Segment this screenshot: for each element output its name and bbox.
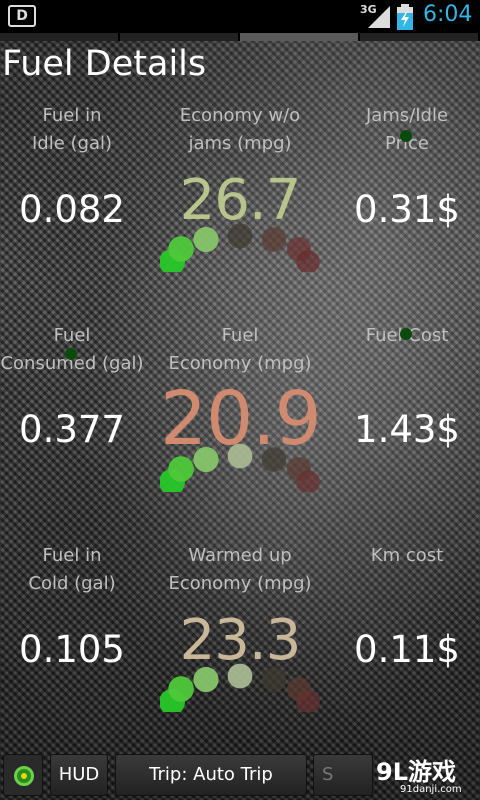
metrics-row: Fuel in Idle (gal) 0.082 Economy w/o jam…	[0, 100, 480, 320]
gauge-dot	[261, 667, 287, 692]
page-indicator-1	[0, 33, 120, 41]
metric-fuel-cost[interactable]: Fuel Cost 1.43$	[327, 320, 480, 540]
metric-label: Warmed up Economy (mpg)	[168, 545, 312, 594]
watermark-text: 9L游戏	[376, 758, 456, 786]
connection-status-icon	[14, 766, 34, 786]
metrics-row: Fuel in Cold (gal) 0.105 Warmed up Econo…	[0, 540, 480, 760]
metric-warmed-economy[interactable]: Warmed up Economy (mpg) 23.3	[160, 540, 320, 760]
metric-fuel-economy[interactable]: Fuel Economy (mpg) 20.9	[160, 320, 322, 540]
battery-charging-icon	[397, 4, 413, 30]
metric-jams-idle-price[interactable]: Jams/Idle Price 0.31$	[327, 100, 480, 320]
gauge-dot	[227, 223, 253, 249]
page-indicator-3	[240, 33, 360, 41]
connection-status-button[interactable]	[3, 754, 43, 796]
metric-value: 1.43$	[354, 408, 460, 451]
metric-fuel-idle[interactable]: Fuel in Idle (gal) 0.082	[0, 100, 152, 320]
indicator-dot	[65, 348, 77, 360]
metric-value: 0.31$	[354, 188, 460, 231]
gauge-dot	[227, 443, 253, 469]
gauge-dot	[168, 676, 194, 702]
watermark-url: 91danji.com	[400, 784, 462, 795]
watermark-logo: 9L游戏 91danji.com	[372, 752, 480, 798]
gauge-dot	[168, 456, 194, 482]
metric-value: 0.105	[19, 628, 125, 671]
economy-gauge	[160, 223, 320, 272]
page-indicator	[0, 33, 480, 41]
gauge-dot	[168, 236, 194, 262]
metric-label: Fuel Economy (mpg)	[168, 325, 312, 374]
indicator-dot	[400, 328, 412, 340]
clock: 6:04	[423, 2, 473, 27]
hud-button[interactable]: HUD	[50, 754, 108, 796]
metric-value: 0.377	[19, 408, 125, 451]
gauge-dot	[261, 227, 287, 252]
gauge-dot	[227, 663, 253, 689]
app-notification-icon: D	[8, 5, 36, 27]
economy-gauge	[160, 443, 320, 492]
overflow-button[interactable]: S	[313, 754, 373, 796]
metrics-grid: Fuel in Idle (gal) 0.082 Economy w/o jam…	[0, 100, 480, 760]
metric-fuel-cold[interactable]: Fuel in Cold (gal) 0.105	[0, 540, 152, 760]
page-indicator-2	[120, 33, 240, 41]
gauge-dot	[193, 446, 219, 473]
metric-label: Km cost	[370, 545, 444, 566]
metric-label: Economy w/o jams (mpg)	[179, 105, 301, 154]
metric-value: 0.11$	[354, 628, 460, 671]
signal-icon	[368, 6, 390, 28]
gauge-dot	[193, 666, 219, 693]
status-bar: D 3G 6:04	[0, 0, 480, 33]
gauge-dot	[261, 447, 287, 472]
metric-km-cost[interactable]: Km cost 0.11$	[327, 540, 480, 760]
metric-label: Fuel in Cold (gal)	[28, 545, 116, 594]
page-indicator-4	[360, 33, 480, 41]
metric-label: Fuel in Idle (gal)	[31, 105, 113, 154]
trip-selector-button[interactable]: Trip: Auto Trip	[115, 754, 307, 796]
metrics-row: Fuel Consumed (gal) 0.377 Fuel Economy (…	[0, 320, 480, 540]
indicator-dot	[400, 130, 412, 142]
metric-fuel-consumed[interactable]: Fuel Consumed (gal) 0.377	[0, 320, 152, 540]
metric-value: 0.082	[19, 188, 125, 231]
metric-economy-no-jams[interactable]: Economy w/o jams (mpg) 26.7	[160, 100, 320, 320]
gauge-dot	[193, 226, 219, 253]
economy-gauge	[160, 663, 320, 712]
page-title: Fuel Details	[2, 44, 207, 84]
